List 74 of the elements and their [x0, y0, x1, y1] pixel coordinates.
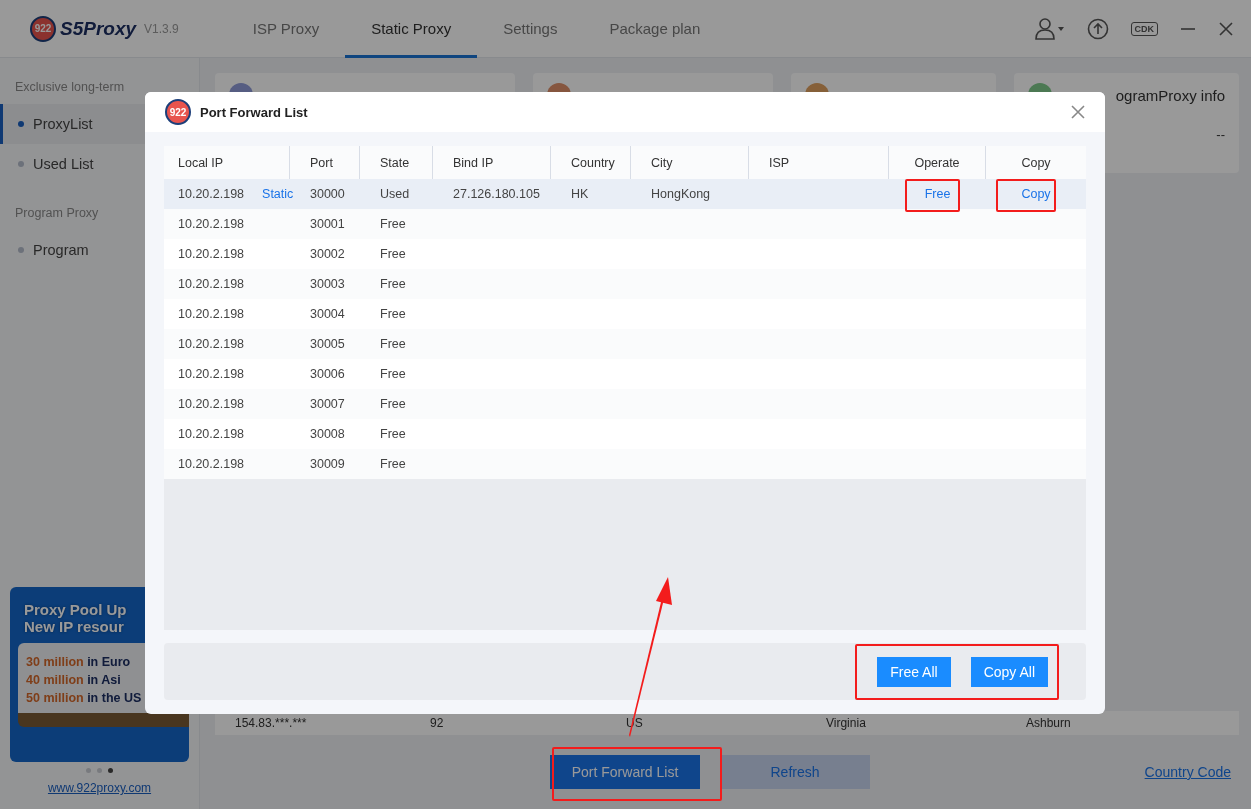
- card-value: --: [1216, 127, 1225, 142]
- type-tag: Static: [262, 187, 294, 201]
- table-cell: Used: [380, 187, 410, 201]
- table-cell: Free: [380, 397, 406, 411]
- table-cell-text: Virginia: [826, 716, 867, 730]
- table-cell: 10.20.2.198: [178, 397, 245, 411]
- logo-badge: 922: [165, 99, 191, 125]
- dialog-title: Port Forward List: [200, 104, 308, 120]
- table-cell: 30002: [310, 247, 345, 261]
- close-icon[interactable]: [1071, 105, 1085, 119]
- upload-icon[interactable]: [1086, 17, 1109, 40]
- table-cell: 30000: [310, 187, 345, 201]
- banner-text: 50 million in the US: [26, 690, 143, 707]
- table-cell: 10.20.2.198: [178, 337, 245, 351]
- cdk-button[interactable]: CDK: [1130, 21, 1158, 36]
- free-link[interactable]: Free: [924, 187, 951, 201]
- card-title: ogramProxy info: [1115, 86, 1225, 104]
- table-cell: HK: [571, 187, 589, 201]
- app-logo: S5Proxy: [60, 17, 137, 40]
- table-cell: 30008: [310, 427, 345, 441]
- table-cell: Free: [380, 367, 406, 381]
- nav-tab[interactable]: Static Proxy: [345, 0, 478, 58]
- carousel-dot[interactable]: [97, 768, 102, 773]
- nav-tab[interactable]: ISP Proxy: [226, 0, 346, 58]
- carousel-dot[interactable]: [86, 768, 91, 773]
- close-icon[interactable]: [1218, 20, 1234, 37]
- table-cell: 10.20.2.198: [178, 187, 245, 201]
- carousel-dot[interactable]: [108, 768, 113, 773]
- country-code-link[interactable]: Country Code: [1144, 764, 1231, 780]
- website-link[interactable]: www.922proxy.com: [0, 781, 199, 795]
- footer-button[interactable]: Free All: [877, 656, 951, 687]
- table-cell: HongKong: [651, 187, 711, 201]
- table-cell: 30001: [310, 217, 345, 231]
- footer-button[interactable]: Copy All: [970, 656, 1048, 687]
- version-label: V1.3.9: [144, 21, 179, 36]
- table-cell: Free: [380, 337, 406, 351]
- banner-text: 30 million in Euro: [26, 654, 132, 671]
- table-cell: 10.20.2.198: [178, 367, 245, 381]
- nav-tab[interactable]: Package plan: [583, 0, 727, 58]
- banner-headline: New IP resour: [24, 618, 124, 635]
- table-cell: 30007: [310, 397, 345, 411]
- refresh-button[interactable]: Refresh: [720, 755, 870, 789]
- table-cell: 10.20.2.198: [178, 217, 245, 231]
- table-cell: Free: [380, 247, 406, 261]
- table-cell: Free: [380, 457, 406, 471]
- table-cell-text: Ashburn: [1026, 716, 1072, 730]
- table-cell: 30003: [310, 277, 345, 291]
- logo-badge: 922: [30, 15, 56, 42]
- highlight-box: [905, 179, 960, 212]
- column-header: Copy: [1020, 154, 1052, 172]
- table-cell: Free: [380, 277, 406, 291]
- table-cell: 30005: [310, 337, 345, 351]
- table-cell: Free: [380, 307, 406, 321]
- table-cell: 10.20.2.198: [178, 427, 245, 441]
- copy-link[interactable]: Copy: [1021, 187, 1051, 201]
- table-cell: 10.20.2.198: [178, 247, 245, 261]
- highlight-box: [996, 179, 1056, 212]
- table-cell: Free: [380, 427, 406, 441]
- table-cell: 10.20.2.198: [178, 277, 245, 291]
- banner-text: 40 million in Asi: [26, 672, 122, 689]
- sidebar-section-title: Exclusive long-term: [14, 79, 126, 96]
- user-icon[interactable]: [1034, 17, 1065, 40]
- banner-headline: Proxy Pool Up: [24, 601, 127, 618]
- table-cell: 30004: [310, 307, 345, 321]
- table-cell-text: 154.83.***.***: [235, 716, 308, 730]
- table-cell: 10.20.2.198: [178, 457, 245, 471]
- nav-tab[interactable]: Settings: [477, 0, 584, 58]
- table-cell-text: 92: [430, 716, 445, 730]
- table-cell: 30006: [310, 367, 345, 381]
- table-cell: 27.126.180.105: [453, 187, 540, 201]
- table-cell: Free: [380, 217, 406, 231]
- port-forward-button[interactable]: Port Forward List: [550, 755, 700, 789]
- table-cell: 10.20.2.198: [178, 307, 245, 321]
- table-cell: 30009: [310, 457, 345, 471]
